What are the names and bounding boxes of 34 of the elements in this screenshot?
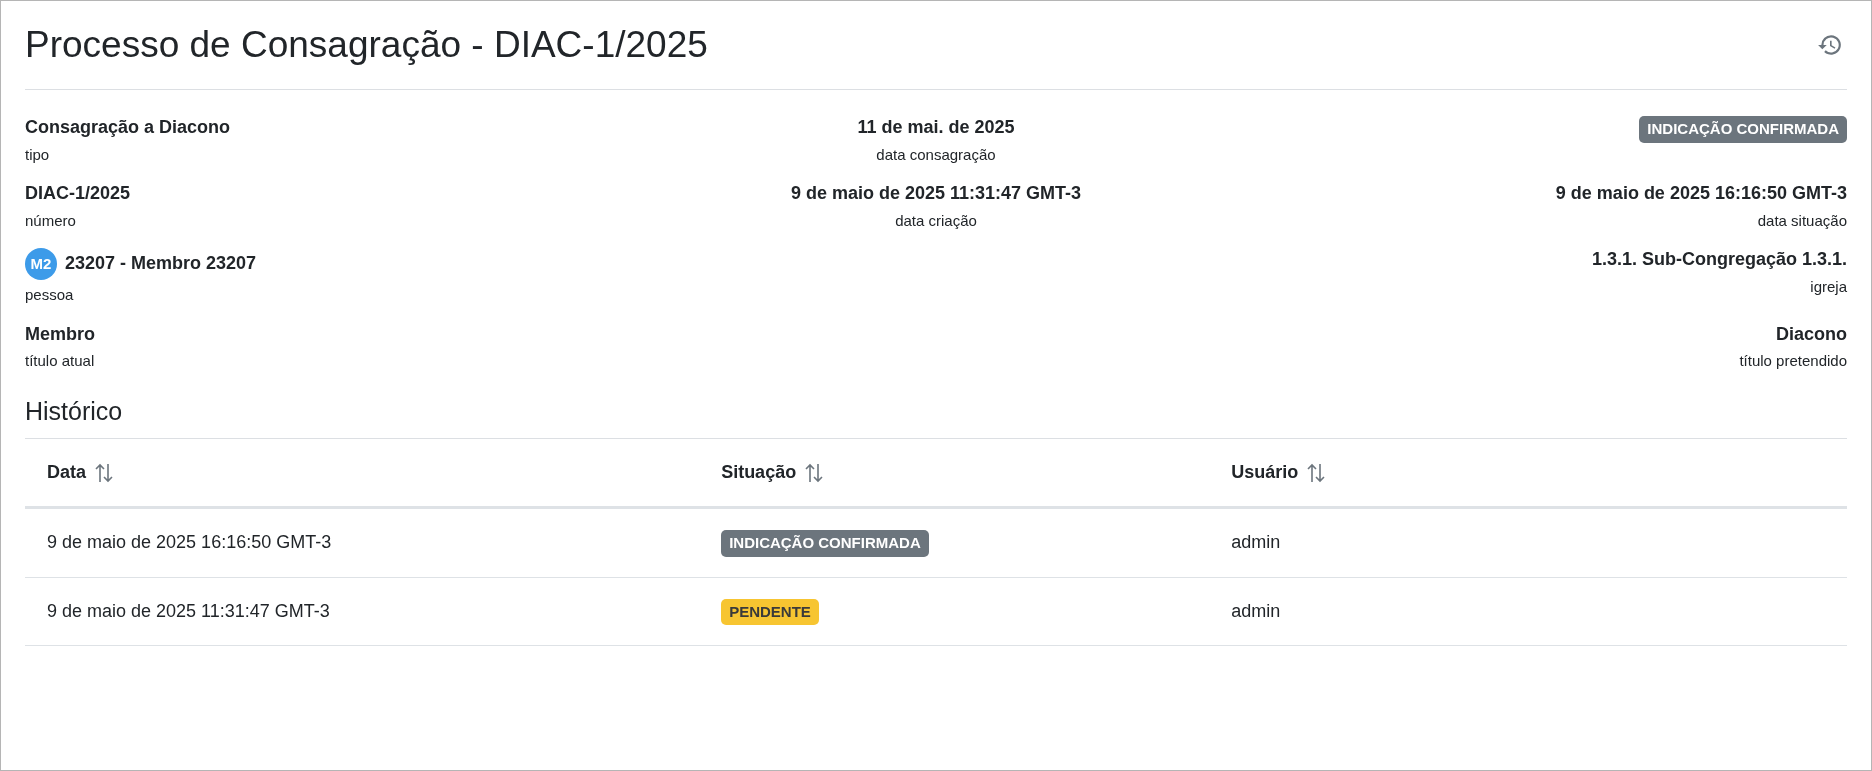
sort-icon <box>804 461 825 484</box>
column-header[interactable]: Data <box>47 459 114 487</box>
status-badge: PENDENTE <box>721 598 819 626</box>
field-value: Membro <box>25 322 95 346</box>
field-value: Consagração a Diacono <box>25 116 231 140</box>
field-label: número <box>25 211 76 229</box>
status-badge: INDICAÇÃO CONFIRMADA <box>1639 116 1847 143</box>
field-label: título pretendido <box>1739 352 1847 370</box>
table-cell: 9 de maio de 2025 11:31:47 GMT-3 <box>25 577 700 646</box>
field-value: 1.3.1. Sub-Congregação 1.3.1. <box>1591 248 1847 272</box>
field-value: DIAC-1/2025 <box>25 182 131 206</box>
field-label: igreja <box>1810 277 1847 295</box>
table-cell: 9 de maio de 2025 16:16:50 GMT-3 <box>25 507 700 578</box>
page-title: Processo de Consagração - DIAC-1/2025 <box>25 23 708 67</box>
avatar: M2 <box>25 248 57 281</box>
field-label: data criação <box>895 211 977 229</box>
field-label: pessoa <box>25 286 74 304</box>
field-value: 23207 - Membro 23207 <box>65 252 257 276</box>
field-label: título atual <box>25 352 95 370</box>
field-value: 11 de mai. de 2025 <box>857 116 1015 140</box>
field-label: data situação <box>1757 211 1847 229</box>
sort-icon <box>94 461 114 484</box>
table-cell: admin <box>1209 507 1847 578</box>
field-value: 9 de maio de 2025 16:16:50 GMT-3 <box>1555 182 1847 206</box>
column-header[interactable]: Situação <box>721 459 825 487</box>
field-value: Diacono <box>1775 322 1847 346</box>
section-title: Histórico <box>25 392 1847 440</box>
field-label: tipo <box>25 145 50 163</box>
sort-icon <box>1306 461 1327 484</box>
field-value: 9 de maio de 2025 11:31:47 GMT-3 <box>790 182 1082 206</box>
field-label: data consagração <box>876 145 996 163</box>
column-header[interactable]: Usuário <box>1231 459 1327 487</box>
status-badge: INDICAÇÃO CONFIRMADA <box>721 530 929 557</box>
table-cell: admin <box>1209 577 1847 646</box>
